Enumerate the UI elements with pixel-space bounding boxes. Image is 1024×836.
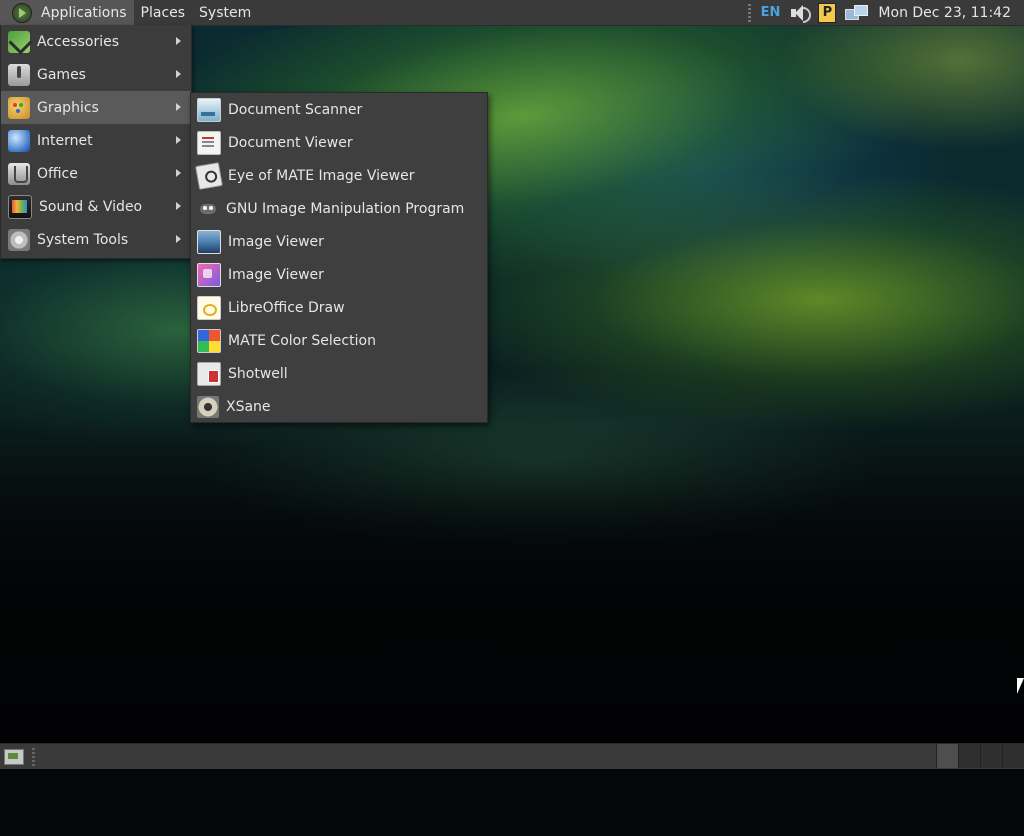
document-viewer-icon [197, 130, 221, 155]
menu-item-games[interactable]: Games [1, 58, 191, 91]
places-menu-label: Places [140, 4, 186, 21]
menu-item-label: Games [37, 66, 86, 83]
parking-indicator[interactable]: P [818, 0, 837, 25]
submenu-item-label: Eye of MATE Image Viewer [228, 167, 415, 184]
volume-icon [789, 4, 812, 23]
submenu-item-document-scanner[interactable]: Document Scanner [191, 93, 487, 126]
menu-item-graphics[interactable]: Graphics [1, 91, 191, 124]
system-tray: EN P Mon Dec 23, 11:42 [747, 0, 1024, 25]
accessories-icon [8, 30, 30, 53]
network-icon [845, 4, 869, 22]
submenu-item-libreoffice-draw[interactable]: LibreOffice Draw [191, 291, 487, 324]
submenu-arrow-icon [176, 70, 181, 78]
internet-icon [8, 129, 30, 152]
xsane-icon [197, 395, 219, 418]
workspace-2[interactable] [958, 744, 980, 768]
submenu-item-label: Document Scanner [228, 101, 363, 118]
menu-item-system-tools[interactable]: System Tools [1, 223, 191, 256]
menu-item-label: Accessories [37, 33, 120, 50]
graphics-icon [8, 96, 30, 119]
submenu-arrow-icon [176, 235, 181, 243]
distro-logo-icon [12, 2, 32, 23]
submenu-item-mate-color-selection[interactable]: MATE Color Selection [191, 324, 487, 357]
menu-item-label: Internet [37, 132, 93, 149]
clock-applet[interactable]: Mon Dec 23, 11:42 [878, 0, 1015, 25]
submenu-item-label: Shotwell [228, 365, 288, 382]
graphics-submenu: Document Scanner Document Viewer Eye of … [190, 92, 488, 423]
workspace-switcher [936, 744, 1024, 769]
volume-control[interactable] [789, 0, 812, 25]
image-viewer-alt-icon [197, 262, 221, 287]
menu-item-label: Sound & Video [39, 198, 143, 215]
menu-item-internet[interactable]: Internet [1, 124, 191, 157]
submenu-item-label: LibreOffice Draw [228, 299, 345, 316]
submenu-item-label: MATE Color Selection [228, 332, 376, 349]
submenu-arrow-icon [176, 103, 181, 111]
eye-of-mate-icon [195, 161, 223, 190]
clock-label: Mon Dec 23, 11:42 [878, 4, 1011, 21]
parking-indicator-icon: P [818, 2, 837, 23]
applications-menu-button[interactable]: Applications [0, 0, 134, 25]
submenu-item-label: GNU Image Manipulation Program [226, 200, 465, 217]
top-panel: Applications Places System EN P Mon Dec … [0, 0, 1024, 26]
submenu-item-eye-of-mate[interactable]: Eye of MATE Image Viewer [191, 159, 487, 192]
keyboard-layout-label: EN [760, 5, 781, 20]
menu-item-sound-video[interactable]: Sound & Video [1, 190, 191, 223]
document-scanner-icon [197, 97, 221, 122]
menu-item-accessories[interactable]: Accessories [1, 25, 191, 58]
submenu-arrow-icon [176, 37, 181, 45]
panel-separator [32, 747, 35, 766]
submenu-item-document-viewer[interactable]: Document Viewer [191, 126, 487, 159]
office-icon [8, 162, 30, 185]
menu-item-label: Graphics [37, 99, 99, 116]
submenu-arrow-icon [176, 202, 181, 210]
mouse-pointer-icon [1017, 678, 1024, 694]
menu-item-label: Office [37, 165, 78, 182]
games-icon [8, 63, 30, 86]
submenu-arrow-icon [176, 136, 181, 144]
system-menu-label: System [199, 4, 252, 21]
workspace-4[interactable] [1002, 744, 1024, 768]
libreoffice-draw-icon [197, 295, 221, 320]
color-selection-icon [197, 328, 221, 353]
applications-dropdown-menu: Accessories Games Graphics Internet Offi… [0, 25, 192, 259]
applications-menu-label: Applications [41, 4, 127, 21]
workspace-1[interactable] [936, 744, 958, 768]
submenu-item-label: Document Viewer [228, 134, 353, 151]
places-menu-button[interactable]: Places [134, 0, 193, 25]
submenu-item-label: XSane [226, 398, 271, 415]
image-viewer-icon [197, 229, 221, 254]
network-indicator[interactable] [845, 0, 869, 25]
tray-separator [747, 3, 751, 22]
submenu-item-shotwell[interactable]: Shotwell [191, 357, 487, 390]
submenu-item-xsane[interactable]: XSane [191, 390, 487, 423]
submenu-item-image-viewer-alt[interactable]: Image Viewer [191, 258, 487, 291]
submenu-item-gimp[interactable]: GNU Image Manipulation Program [191, 192, 487, 225]
system-menu-button[interactable]: System [192, 0, 258, 25]
system-tools-icon [8, 228, 30, 251]
submenu-arrow-icon [176, 169, 181, 177]
sound-video-icon [8, 194, 32, 219]
show-desktop-icon[interactable] [4, 748, 24, 765]
shotwell-icon [197, 361, 221, 386]
menu-item-office[interactable]: Office [1, 157, 191, 190]
gimp-icon [197, 198, 219, 220]
bottom-panel [0, 743, 1024, 769]
submenu-item-label: Image Viewer [228, 266, 324, 283]
workspace-3[interactable] [980, 744, 1002, 768]
submenu-item-label: Image Viewer [228, 233, 324, 250]
menu-item-label: System Tools [37, 231, 129, 248]
keyboard-layout-indicator[interactable]: EN [761, 0, 781, 25]
submenu-item-image-viewer[interactable]: Image Viewer [191, 225, 487, 258]
